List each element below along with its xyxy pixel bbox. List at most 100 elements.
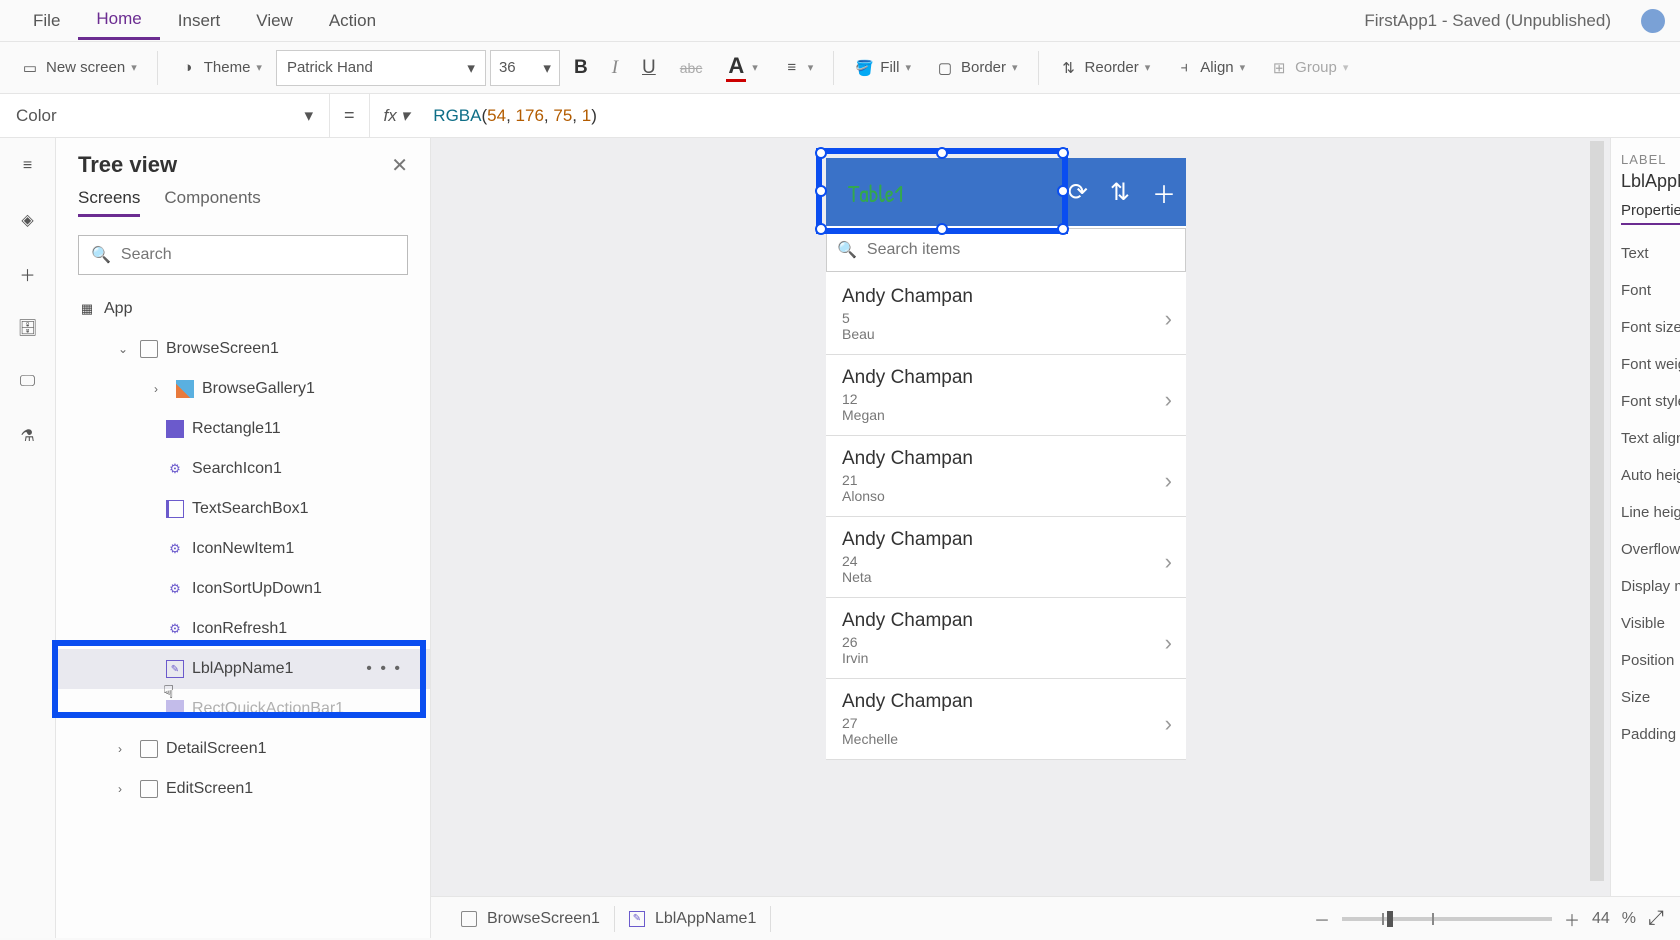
resize-handle[interactable] bbox=[1057, 185, 1069, 197]
close-icon[interactable]: ✕ bbox=[391, 153, 408, 178]
resize-handle[interactable] bbox=[815, 223, 827, 235]
fit-screen-icon[interactable]: ⤢ bbox=[1648, 907, 1664, 930]
media-icon[interactable]: 🖵 bbox=[16, 370, 40, 394]
user-avatar-icon[interactable] bbox=[1641, 9, 1665, 33]
property-row[interactable]: Font bbox=[1621, 282, 1670, 299]
tree-item-searchicon[interactable]: ⚙ SearchIcon1 bbox=[56, 449, 430, 489]
menu-view[interactable]: View bbox=[238, 3, 311, 39]
formula-input[interactable]: RGBA(54, 176, 75, 1) bbox=[423, 106, 597, 126]
font-size-select[interactable]: 36 ▾ bbox=[490, 50, 560, 86]
resize-handle[interactable] bbox=[936, 223, 948, 235]
search-row[interactable]: 🔍 bbox=[826, 228, 1186, 272]
border-button[interactable]: ▢ Border ▾ bbox=[925, 52, 1028, 84]
chevron-right-icon[interactable]: › bbox=[1165, 711, 1172, 737]
property-row[interactable]: Overflow bbox=[1621, 541, 1670, 558]
tree-item-iconnewitem[interactable]: ⚙ IconNewItem1 bbox=[56, 529, 430, 569]
reorder-button[interactable]: ⇅ Reorder ▾ bbox=[1049, 52, 1161, 84]
tree-item-iconsortupdown[interactable]: ⚙ IconSortUpDown1 bbox=[56, 569, 430, 609]
align-button[interactable]: ⫞ Align ▾ bbox=[1164, 52, 1255, 84]
advanced-icon[interactable]: ⚗ bbox=[16, 424, 40, 448]
bold-button[interactable]: B bbox=[564, 57, 598, 79]
hamburger-icon[interactable]: ≡ bbox=[16, 154, 40, 178]
property-row[interactable]: Font size bbox=[1621, 319, 1670, 336]
breadcrumb-control[interactable]: LblAppName1 bbox=[615, 906, 771, 932]
property-row[interactable]: Position bbox=[1621, 652, 1670, 669]
theme-button[interactable]: ◑ Theme ▾ bbox=[168, 52, 272, 84]
property-row[interactable]: Font weig bbox=[1621, 356, 1670, 373]
tree-item-textsearchbox[interactable]: TextSearchBox1 bbox=[56, 489, 430, 529]
font-select[interactable]: Patrick Hand ▾ bbox=[276, 50, 486, 86]
property-row[interactable]: Line heigh bbox=[1621, 504, 1670, 521]
tab-properties[interactable]: Propertie bbox=[1621, 202, 1680, 225]
tree-item-rectquickactionbar[interactable]: RectQuickActionBar1 bbox=[56, 689, 430, 729]
search-items-input[interactable] bbox=[867, 241, 1175, 259]
chevron-right-icon[interactable]: › bbox=[118, 742, 132, 756]
zoom-in-button[interactable]: ＋ bbox=[1564, 907, 1580, 931]
tab-components[interactable]: Components bbox=[164, 188, 260, 217]
property-row[interactable]: Visible bbox=[1621, 615, 1670, 632]
refresh-icon[interactable]: ⟳ bbox=[1068, 178, 1088, 207]
add-icon[interactable]: ＋ bbox=[1152, 175, 1176, 210]
phone-preview[interactable]: Table1 ⟳ ⇅ ＋ 🔍 Andy Champan 5 Beau bbox=[826, 158, 1186, 760]
resize-handle[interactable] bbox=[1057, 223, 1069, 235]
tree-item-iconrefresh[interactable]: ⚙ IconRefresh1 bbox=[56, 609, 430, 649]
menu-file[interactable]: File bbox=[15, 3, 78, 39]
chevron-right-icon[interactable]: › bbox=[1165, 468, 1172, 494]
resize-handle[interactable] bbox=[936, 147, 948, 159]
property-row[interactable]: Padding bbox=[1621, 726, 1670, 743]
tree-item-rectangle[interactable]: Rectangle11 bbox=[56, 409, 430, 449]
list-item[interactable]: Andy Champan 26 Irvin › bbox=[826, 598, 1186, 679]
property-row[interactable]: Auto heig bbox=[1621, 467, 1670, 484]
menu-action[interactable]: Action bbox=[311, 3, 394, 39]
chevron-down-icon[interactable]: ⌄ bbox=[118, 342, 132, 356]
tree-item-browsegallery[interactable]: › BrowseGallery1 bbox=[56, 369, 430, 409]
chevron-right-icon[interactable]: › bbox=[118, 782, 132, 796]
property-row[interactable]: Font style bbox=[1621, 393, 1670, 410]
data-icon[interactable]: 🗄 bbox=[16, 316, 40, 340]
chevron-right-icon[interactable]: › bbox=[1165, 387, 1172, 413]
resize-handle[interactable] bbox=[1057, 147, 1069, 159]
fx-button[interactable]: fx ▾ bbox=[369, 94, 424, 138]
font-color-button[interactable]: A ▾ bbox=[716, 47, 767, 88]
zoom-handle[interactable] bbox=[1387, 911, 1393, 927]
text-align-button[interactable]: ≡ ▾ bbox=[772, 52, 824, 84]
tree-search[interactable]: 🔍 bbox=[78, 235, 408, 275]
chevron-right-icon[interactable]: › bbox=[1165, 630, 1172, 656]
tree-search-input[interactable] bbox=[121, 246, 395, 264]
group-button[interactable]: ⊞ Group ▾ bbox=[1259, 52, 1358, 84]
zoom-slider[interactable] bbox=[1342, 917, 1552, 921]
chevron-right-icon[interactable]: › bbox=[1165, 549, 1172, 575]
list-item[interactable]: Andy Champan 24 Neta › bbox=[826, 517, 1186, 598]
property-row[interactable]: Text bbox=[1621, 245, 1670, 262]
more-icon[interactable]: • • • bbox=[366, 660, 402, 678]
new-screen-button[interactable]: ▭ New screen ▾ bbox=[10, 52, 147, 84]
zoom-out-button[interactable]: － bbox=[1314, 907, 1330, 931]
list-item[interactable]: Andy Champan 12 Megan › bbox=[826, 355, 1186, 436]
tree-item-detailscreen[interactable]: › DetailScreen1 bbox=[56, 729, 430, 769]
tree-app[interactable]: ▦ App bbox=[56, 289, 430, 329]
property-row[interactable]: Display m bbox=[1621, 578, 1670, 595]
canvas-scrollbar[interactable] bbox=[1590, 141, 1604, 881]
menu-insert[interactable]: Insert bbox=[160, 3, 239, 39]
italic-button[interactable]: I bbox=[602, 57, 628, 79]
underline-button[interactable]: U bbox=[632, 57, 666, 79]
breadcrumb-screen[interactable]: BrowseScreen1 bbox=[447, 906, 615, 932]
property-dropdown[interactable]: Color ▾ bbox=[0, 94, 330, 138]
tree-item-browsescreen[interactable]: ⌄ BrowseScreen1 bbox=[56, 329, 430, 369]
tree-item-editscreen[interactable]: › EditScreen1 bbox=[56, 769, 430, 809]
menu-home[interactable]: Home bbox=[78, 1, 159, 40]
chevron-right-icon[interactable]: › bbox=[154, 382, 168, 396]
list-item[interactable]: Andy Champan 21 Alonso › bbox=[826, 436, 1186, 517]
strikethrough-button[interactable]: abc bbox=[670, 60, 713, 76]
sort-icon[interactable]: ⇅ bbox=[1110, 178, 1130, 207]
insert-icon[interactable]: ＋ bbox=[16, 262, 40, 286]
tree-item-lblappname[interactable]: LblAppName1 • • • bbox=[56, 649, 430, 689]
resize-handle[interactable] bbox=[815, 185, 827, 197]
property-row[interactable]: Size bbox=[1621, 689, 1670, 706]
property-row[interactable]: Text align bbox=[1621, 430, 1670, 447]
resize-handle[interactable] bbox=[815, 147, 827, 159]
chevron-right-icon[interactable]: › bbox=[1165, 306, 1172, 332]
tab-screens[interactable]: Screens bbox=[78, 188, 140, 217]
list-item[interactable]: Andy Champan 5 Beau › bbox=[826, 274, 1186, 355]
tree-view-icon[interactable]: ◈ bbox=[16, 208, 40, 232]
